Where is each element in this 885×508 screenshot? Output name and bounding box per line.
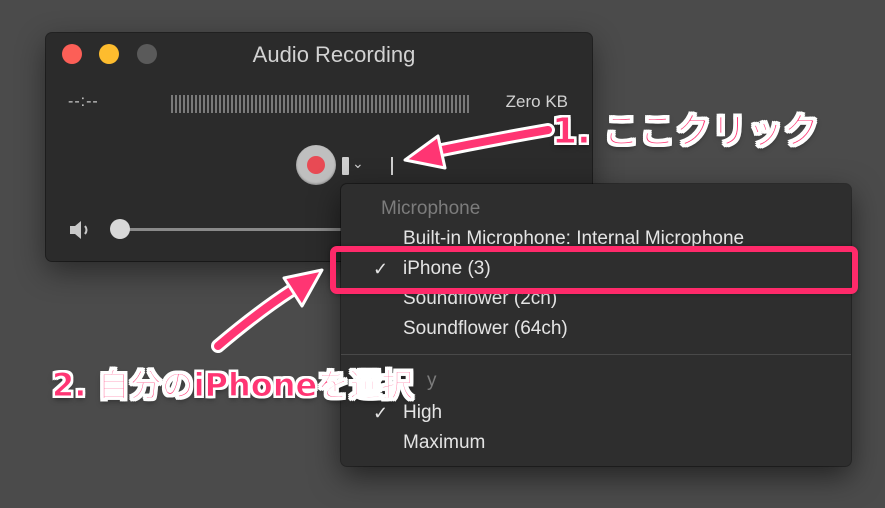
annotation-step1: 1. ここクリック: [551, 111, 820, 153]
annotation-step2: 2. 自分のiPhoneを選択: [51, 366, 414, 405]
arrow-step1-icon: [403, 123, 555, 170]
arrow-step2-icon: [211, 268, 324, 353]
annotation-arrows: [211, 123, 555, 353]
